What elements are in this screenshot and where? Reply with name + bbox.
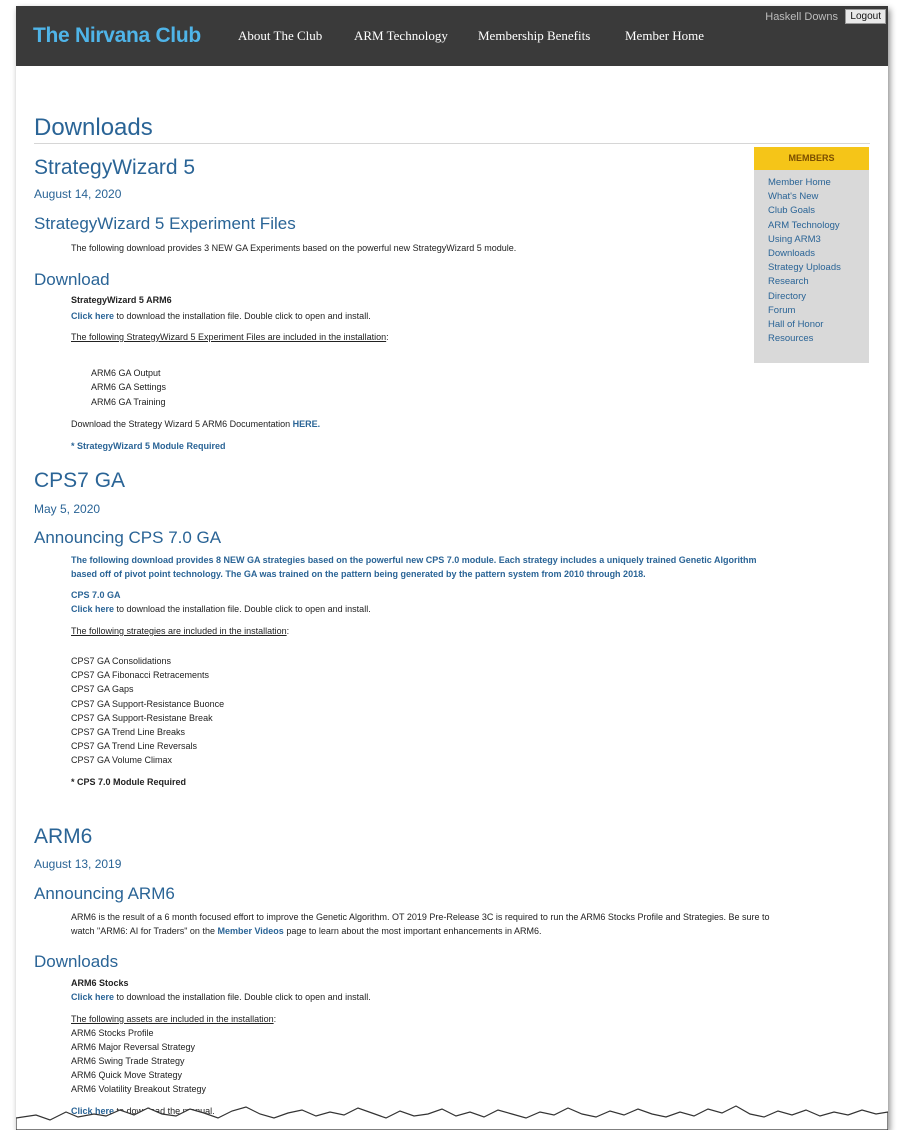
sw5-subheading: StrategyWizard 5 Experiment Files xyxy=(34,214,296,233)
cps7-intro-line-2: based off of pivot point technology. The… xyxy=(71,569,646,579)
cps7-included-colon: : xyxy=(286,626,290,636)
cps7-subheading: Announcing CPS 7.0 GA xyxy=(34,528,222,547)
sw5-file-item: ARM6 GA Training xyxy=(91,397,166,407)
sidebar-item-whats-new[interactable]: What's New xyxy=(768,190,869,204)
cps7-strategy-item: CPS7 GA Gaps xyxy=(71,684,134,694)
sw5-click-here-link[interactable]: Click here xyxy=(71,311,114,321)
sw5-module-required[interactable]: * StrategyWizard 5 Module Required xyxy=(71,441,225,451)
cps7-strategy-item: CPS7 GA Consolidations xyxy=(71,656,172,666)
sw5-included-label: The following StrategyWizard 5 Experimen… xyxy=(71,332,387,342)
torn-edge-decoration xyxy=(16,1105,888,1130)
arm6-intro-text-b: page to learn about the most important e… xyxy=(283,926,542,936)
sw5-included-line: The following StrategyWizard 5 Experimen… xyxy=(71,332,389,342)
sw5-included-colon: : xyxy=(386,332,389,342)
cps7-download-line: Click here to download the installation … xyxy=(71,604,371,614)
arm6-download-line: Click here to download the installation … xyxy=(71,992,371,1002)
sidebar-item-downloads[interactable]: Downloads xyxy=(768,247,869,261)
nav-arm-technology[interactable]: ARM Technology xyxy=(354,28,448,44)
arm6-intro-text-a: watch "ARM6: AI for Traders" on the xyxy=(71,926,218,936)
logout-button[interactable]: Logout xyxy=(845,9,886,24)
page-frame: The Nirvana Club About The Club ARM Tech… xyxy=(16,6,888,1130)
sidebar-item-using-arm3[interactable]: Using ARM3 xyxy=(768,233,869,247)
sw5-file-item: ARM6 GA Settings xyxy=(91,382,167,392)
arm6-intro-line-2: watch "ARM6: AI for Traders" on the Memb… xyxy=(71,926,541,936)
nav-membership-benefits[interactable]: Membership Benefits xyxy=(478,28,590,44)
sidebar-item-arm-technology[interactable]: ARM Technology xyxy=(768,219,869,233)
arm6-download-instructions: to download the installation file. Doubl… xyxy=(114,992,371,1002)
top-navbar: The Nirvana Club About The Club ARM Tech… xyxy=(16,6,888,66)
sw5-intro: The following download provides 3 NEW GA… xyxy=(71,243,517,253)
sidebar-item-strategy-uploads[interactable]: Strategy Uploads xyxy=(768,261,869,275)
nav-member-home[interactable]: Member Home xyxy=(625,28,704,44)
page-title: Downloads xyxy=(34,114,153,141)
cps7-intro-line-1: The following download provides 8 NEW GA… xyxy=(71,555,757,565)
sidebar-item-hall-of-honor[interactable]: Hall of Honor xyxy=(768,318,869,332)
cps7-strategy-item: CPS7 GA Support-Resistance Buonce xyxy=(71,699,225,709)
arm6-subheading: Announcing ARM6 xyxy=(34,884,175,903)
arm6-asset-item: ARM6 Major Reversal Strategy xyxy=(71,1042,196,1052)
cps7-title: CPS7 GA xyxy=(34,469,126,492)
sw5-documentation-link[interactable]: HERE. xyxy=(293,419,321,429)
arm6-included-colon: : xyxy=(273,1014,277,1024)
member-videos-link[interactable]: Member Videos xyxy=(217,926,283,936)
arm6-asset-item: ARM6 Stocks Profile xyxy=(71,1028,154,1038)
nav-about-the-club[interactable]: About The Club xyxy=(238,28,322,44)
sw5-documentation-text: Download the Strategy Wizard 5 ARM6 Docu… xyxy=(71,419,293,429)
cps7-strategy-item: CPS7 GA Fibonacci Retracements xyxy=(71,670,210,680)
cps7-download-instructions: to download the installation file. Doubl… xyxy=(114,604,371,614)
members-sidebar-list: Member Home What's New Club Goals ARM Te… xyxy=(754,170,869,346)
sw5-download-instructions: to download the installation file. Doubl… xyxy=(114,311,371,321)
cps7-package-link[interactable]: CPS 7.0 GA xyxy=(71,590,121,600)
arm6-downloads-heading: Downloads xyxy=(34,952,119,971)
sidebar-item-club-goals[interactable]: Club Goals xyxy=(768,204,869,218)
sw5-title: StrategyWizard 5 xyxy=(34,156,196,179)
user-name: Haskell Downs xyxy=(765,11,838,23)
arm6-title: ARM6 xyxy=(34,825,93,848)
cps7-strategy-item: CPS7 GA Trend Line Breaks xyxy=(71,727,186,737)
cps7-strategy-item: CPS7 GA Trend Line Reversals xyxy=(71,741,198,751)
arm6-included-line: The following assets are included in the… xyxy=(71,1014,276,1024)
site-brand[interactable]: The Nirvana Club xyxy=(33,24,201,48)
arm6-intro-line-1: ARM6 is the result of a 6 month focused … xyxy=(71,912,770,922)
members-sidebar: MEMBERS Member Home What's New Club Goal… xyxy=(754,147,869,363)
sw5-date: August 14, 2020 xyxy=(34,187,122,201)
sw5-download-line: Click here to download the installation … xyxy=(71,311,371,321)
arm6-included-label: The following assets are included in the… xyxy=(71,1014,274,1024)
arm6-date: August 13, 2019 xyxy=(34,857,122,871)
arm6-asset-item: ARM6 Swing Trade Strategy xyxy=(71,1056,185,1066)
arm6-package-name: ARM6 Stocks xyxy=(71,978,129,988)
cps7-included-label: The following strategies are included in… xyxy=(71,626,287,636)
title-divider xyxy=(34,143,870,144)
sidebar-item-research[interactable]: Research xyxy=(768,275,869,289)
sw5-documentation-line: Download the Strategy Wizard 5 ARM6 Docu… xyxy=(71,419,320,429)
sw5-file-item: ARM6 GA Output xyxy=(91,368,161,378)
arm6-asset-item: ARM6 Quick Move Strategy xyxy=(71,1070,183,1080)
cps7-click-here-link[interactable]: Click here xyxy=(71,604,114,614)
sidebar-item-forum[interactable]: Forum xyxy=(768,304,869,318)
sw5-download-heading: Download xyxy=(34,270,110,289)
cps7-module-required: * CPS 7.0 Module Required xyxy=(71,777,187,787)
sidebar-item-directory[interactable]: Directory xyxy=(768,290,869,304)
members-sidebar-title: MEMBERS xyxy=(754,147,869,170)
cps7-strategy-item: CPS7 GA Volume Climax xyxy=(71,755,173,765)
cps7-date: May 5, 2020 xyxy=(34,502,101,516)
arm6-click-here-link[interactable]: Click here xyxy=(71,992,114,1002)
cps7-strategy-item: CPS7 GA Support-Resistane Break xyxy=(71,713,213,723)
cps7-included-line: The following strategies are included in… xyxy=(71,626,289,636)
sw5-package-name: StrategyWizard 5 ARM6 xyxy=(71,295,172,305)
sidebar-item-member-home[interactable]: Member Home xyxy=(768,176,869,190)
sidebar-item-resources[interactable]: Resources xyxy=(768,332,869,346)
